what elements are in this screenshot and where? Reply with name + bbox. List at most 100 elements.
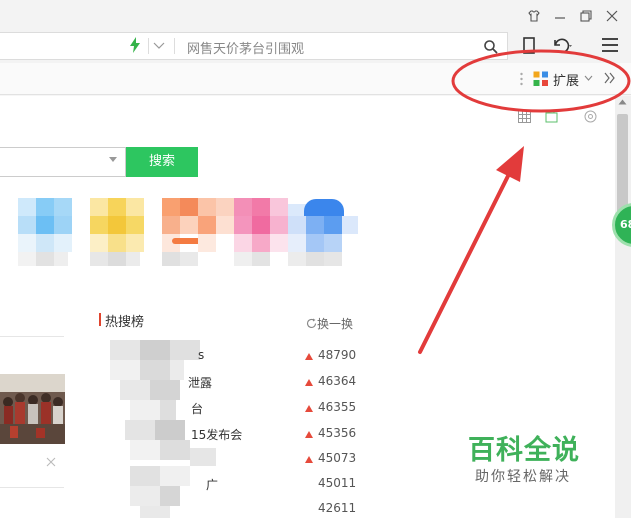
pixel xyxy=(306,216,324,234)
hot-list-item[interactable]: 泄露 46364 xyxy=(100,370,356,392)
pixel xyxy=(252,198,270,216)
chevron-down-icon[interactable] xyxy=(584,71,593,86)
pixel xyxy=(252,234,270,252)
search-engine-dropdown-icon[interactable] xyxy=(109,157,117,162)
hot-list-item[interactable]: s 48790 xyxy=(100,344,356,366)
pixel xyxy=(18,234,36,252)
title-bar xyxy=(0,0,631,31)
pixel xyxy=(18,252,36,266)
pixel xyxy=(234,234,252,252)
pixel xyxy=(216,216,234,234)
scroll-up-arrow-icon[interactable] xyxy=(618,98,627,107)
pixel xyxy=(90,216,108,234)
hot-list-item[interactable]: 广 45011 xyxy=(100,472,356,494)
pixel xyxy=(288,252,306,266)
watermark-title: 百科全说 xyxy=(468,435,580,466)
double-chevron-right-icon[interactable] xyxy=(604,68,616,88)
separator xyxy=(148,38,149,54)
refresh-icon xyxy=(306,318,317,329)
pixel xyxy=(216,198,234,216)
trend-up-icon xyxy=(305,456,313,463)
pixel xyxy=(126,198,144,216)
undo-icon[interactable] xyxy=(551,36,573,56)
search-button[interactable]: 搜索 xyxy=(126,147,198,177)
pixel xyxy=(252,252,270,266)
close-window-icon[interactable] xyxy=(601,5,623,27)
divider xyxy=(0,336,64,337)
restore-icon[interactable] xyxy=(575,5,597,27)
pixel xyxy=(162,198,180,216)
news-thumbnail[interactable] xyxy=(0,374,65,444)
search-input[interactable] xyxy=(0,147,126,177)
hot-item-count: 45356 xyxy=(318,426,357,440)
address-bar[interactable]: 网售天价茅台引围观 xyxy=(0,32,508,60)
pixel xyxy=(180,198,198,216)
settings-icon[interactable] xyxy=(584,108,597,123)
pixel xyxy=(180,252,198,266)
trend-up-icon xyxy=(305,379,313,386)
pixel xyxy=(108,234,126,252)
pixel xyxy=(198,234,216,252)
drag-handle-icon[interactable] xyxy=(520,71,523,87)
pixel xyxy=(324,252,342,266)
pixel xyxy=(90,252,108,266)
hot-list-item[interactable]: 42611 xyxy=(100,497,356,518)
pixel xyxy=(198,216,216,234)
pixel xyxy=(234,198,252,216)
separator xyxy=(174,38,175,54)
pixel xyxy=(162,252,180,266)
pixel xyxy=(108,252,126,266)
pixel xyxy=(306,234,324,252)
menu-icon[interactable] xyxy=(601,37,619,57)
hot-list-marker xyxy=(99,313,101,326)
hot-list-item[interactable]: 45073 xyxy=(100,447,356,469)
trend-up-icon xyxy=(305,431,313,438)
hot-item-name: 台 xyxy=(191,402,204,416)
pixel xyxy=(18,198,36,216)
pixel xyxy=(342,216,358,234)
pixel xyxy=(324,234,342,252)
extensions-label[interactable]: 扩展 xyxy=(553,70,579,89)
chevron-down-icon[interactable] xyxy=(152,36,166,57)
pixel xyxy=(288,234,306,252)
address-suggestion-text[interactable]: 网售天价茅台引围观 xyxy=(187,38,304,57)
trend-up-icon xyxy=(305,353,313,360)
pixel xyxy=(108,198,126,216)
pixel xyxy=(54,234,72,252)
hot-item-count: 48790 xyxy=(318,348,357,362)
reading-mode-icon[interactable] xyxy=(522,36,536,56)
pixel xyxy=(18,216,36,234)
pixel xyxy=(90,234,108,252)
watermark: 百科全说 助你轻松解决 xyxy=(448,418,606,494)
pixel xyxy=(252,216,270,234)
grid-icon[interactable] xyxy=(518,108,531,123)
skin-icon[interactable] xyxy=(523,5,545,27)
skin-icon[interactable] xyxy=(545,108,558,123)
hot-list-item[interactable]: 台 46355 xyxy=(100,396,356,418)
minimize-icon[interactable] xyxy=(549,5,571,27)
watermark-subtitle: 助你轻松解决 xyxy=(475,469,571,485)
pixel xyxy=(234,216,252,234)
pixel xyxy=(288,216,306,234)
hot-item-count: 46364 xyxy=(318,374,357,388)
search-icon[interactable] xyxy=(483,39,499,55)
hot-list-item[interactable]: 15发布会 45356 xyxy=(100,422,356,444)
pixel xyxy=(162,216,180,234)
pixel xyxy=(324,216,342,234)
pixel xyxy=(270,234,288,252)
close-icon[interactable] xyxy=(46,456,56,470)
extensions-toolbar: 扩展 xyxy=(0,63,631,95)
pixel xyxy=(36,234,54,252)
divider xyxy=(0,487,64,488)
hot-item-name: s xyxy=(198,348,205,362)
pixel xyxy=(234,252,252,266)
hot-item-count: 42611 xyxy=(318,501,357,515)
pixel xyxy=(270,216,288,234)
pixel xyxy=(36,216,54,234)
refresh-button[interactable]: 换一换 xyxy=(306,315,353,332)
speed-mode-icon[interactable] xyxy=(129,37,141,57)
extensions-icon[interactable] xyxy=(533,71,549,87)
pixel xyxy=(54,216,72,234)
pixel xyxy=(126,252,140,266)
browser-window: 网售天价茅台引围观 扩展 搜索 热搜榜 换一换 s 48790 泄露 46364… xyxy=(0,0,631,518)
